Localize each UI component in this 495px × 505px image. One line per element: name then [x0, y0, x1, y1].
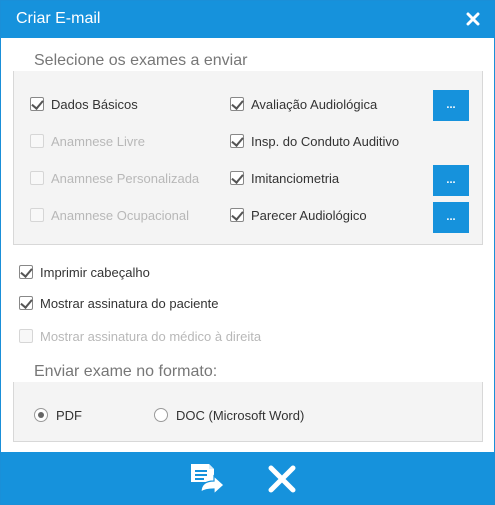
checkbox-assinatura-medico: Mostrar assinatura do médico à direita: [19, 327, 261, 345]
checkbox-box: [30, 171, 44, 185]
checkbox-box: [19, 329, 33, 343]
dialog-content: Selecione os exames a enviar Dados Básic…: [1, 38, 494, 452]
dialog-footer: [1, 452, 494, 504]
checkbox-anamnese-ocupacional: Anamnese Ocupacional: [30, 206, 189, 224]
checkbox-box[interactable]: [30, 97, 44, 111]
exams-legend: Selecione os exames a enviar: [29, 51, 253, 71]
send-email-icon[interactable]: [188, 462, 226, 496]
format-group: Enviar exame no formato: PDF DOC (Micros…: [13, 362, 483, 442]
checkbox-parecer-audiologico[interactable]: Parecer Audiológico: [230, 206, 367, 224]
create-email-dialog: Criar E-mail Selecione os exames a envia…: [0, 0, 495, 505]
checkbox-box: [30, 208, 44, 222]
checkbox-box[interactable]: [230, 171, 244, 185]
radio-pdf[interactable]: PDF: [34, 406, 82, 424]
checkbox-imprimir-cabecalho[interactable]: Imprimir cabeçalho: [19, 263, 150, 281]
checkbox-dados-basicos[interactable]: Dados Básicos: [30, 95, 138, 113]
checkbox-insp-conduto-auditivo[interactable]: Insp. do Conduto Auditivo: [230, 132, 399, 150]
checkbox-box[interactable]: [19, 296, 33, 310]
radio-doc[interactable]: DOC (Microsoft Word): [154, 406, 304, 424]
avaliacao-audiologica-options-button[interactable]: ...: [433, 90, 469, 121]
close-icon[interactable]: [267, 464, 297, 494]
imitanciometria-options-button[interactable]: ...: [433, 165, 469, 196]
checkbox-anamnese-personalizada: Anamnese Personalizada: [30, 169, 199, 187]
checkbox-box[interactable]: [230, 97, 244, 111]
checkbox-assinatura-paciente[interactable]: Mostrar assinatura do paciente: [19, 294, 218, 312]
dialog-title: Criar E-mail: [16, 10, 101, 27]
checkbox-avaliacao-audiologica[interactable]: Avaliação Audiológica: [230, 95, 377, 113]
title-bar: Criar E-mail: [1, 1, 494, 38]
checkbox-anamnese-livre: Anamnese Livre: [30, 132, 145, 150]
checkbox-imitanciometria[interactable]: Imitanciometria: [230, 169, 339, 187]
radio-circle[interactable]: [34, 408, 48, 422]
radio-circle[interactable]: [154, 408, 168, 422]
close-icon[interactable]: [466, 12, 480, 26]
checkbox-box[interactable]: [19, 265, 33, 279]
exams-group: Selecione os exames a enviar Dados Básic…: [13, 51, 483, 245]
checkbox-box: [30, 134, 44, 148]
format-legend: Enviar exame no formato:: [29, 362, 223, 382]
checkbox-box[interactable]: [230, 134, 244, 148]
parecer-audiologico-options-button[interactable]: ...: [433, 202, 469, 233]
checkbox-box[interactable]: [230, 208, 244, 222]
